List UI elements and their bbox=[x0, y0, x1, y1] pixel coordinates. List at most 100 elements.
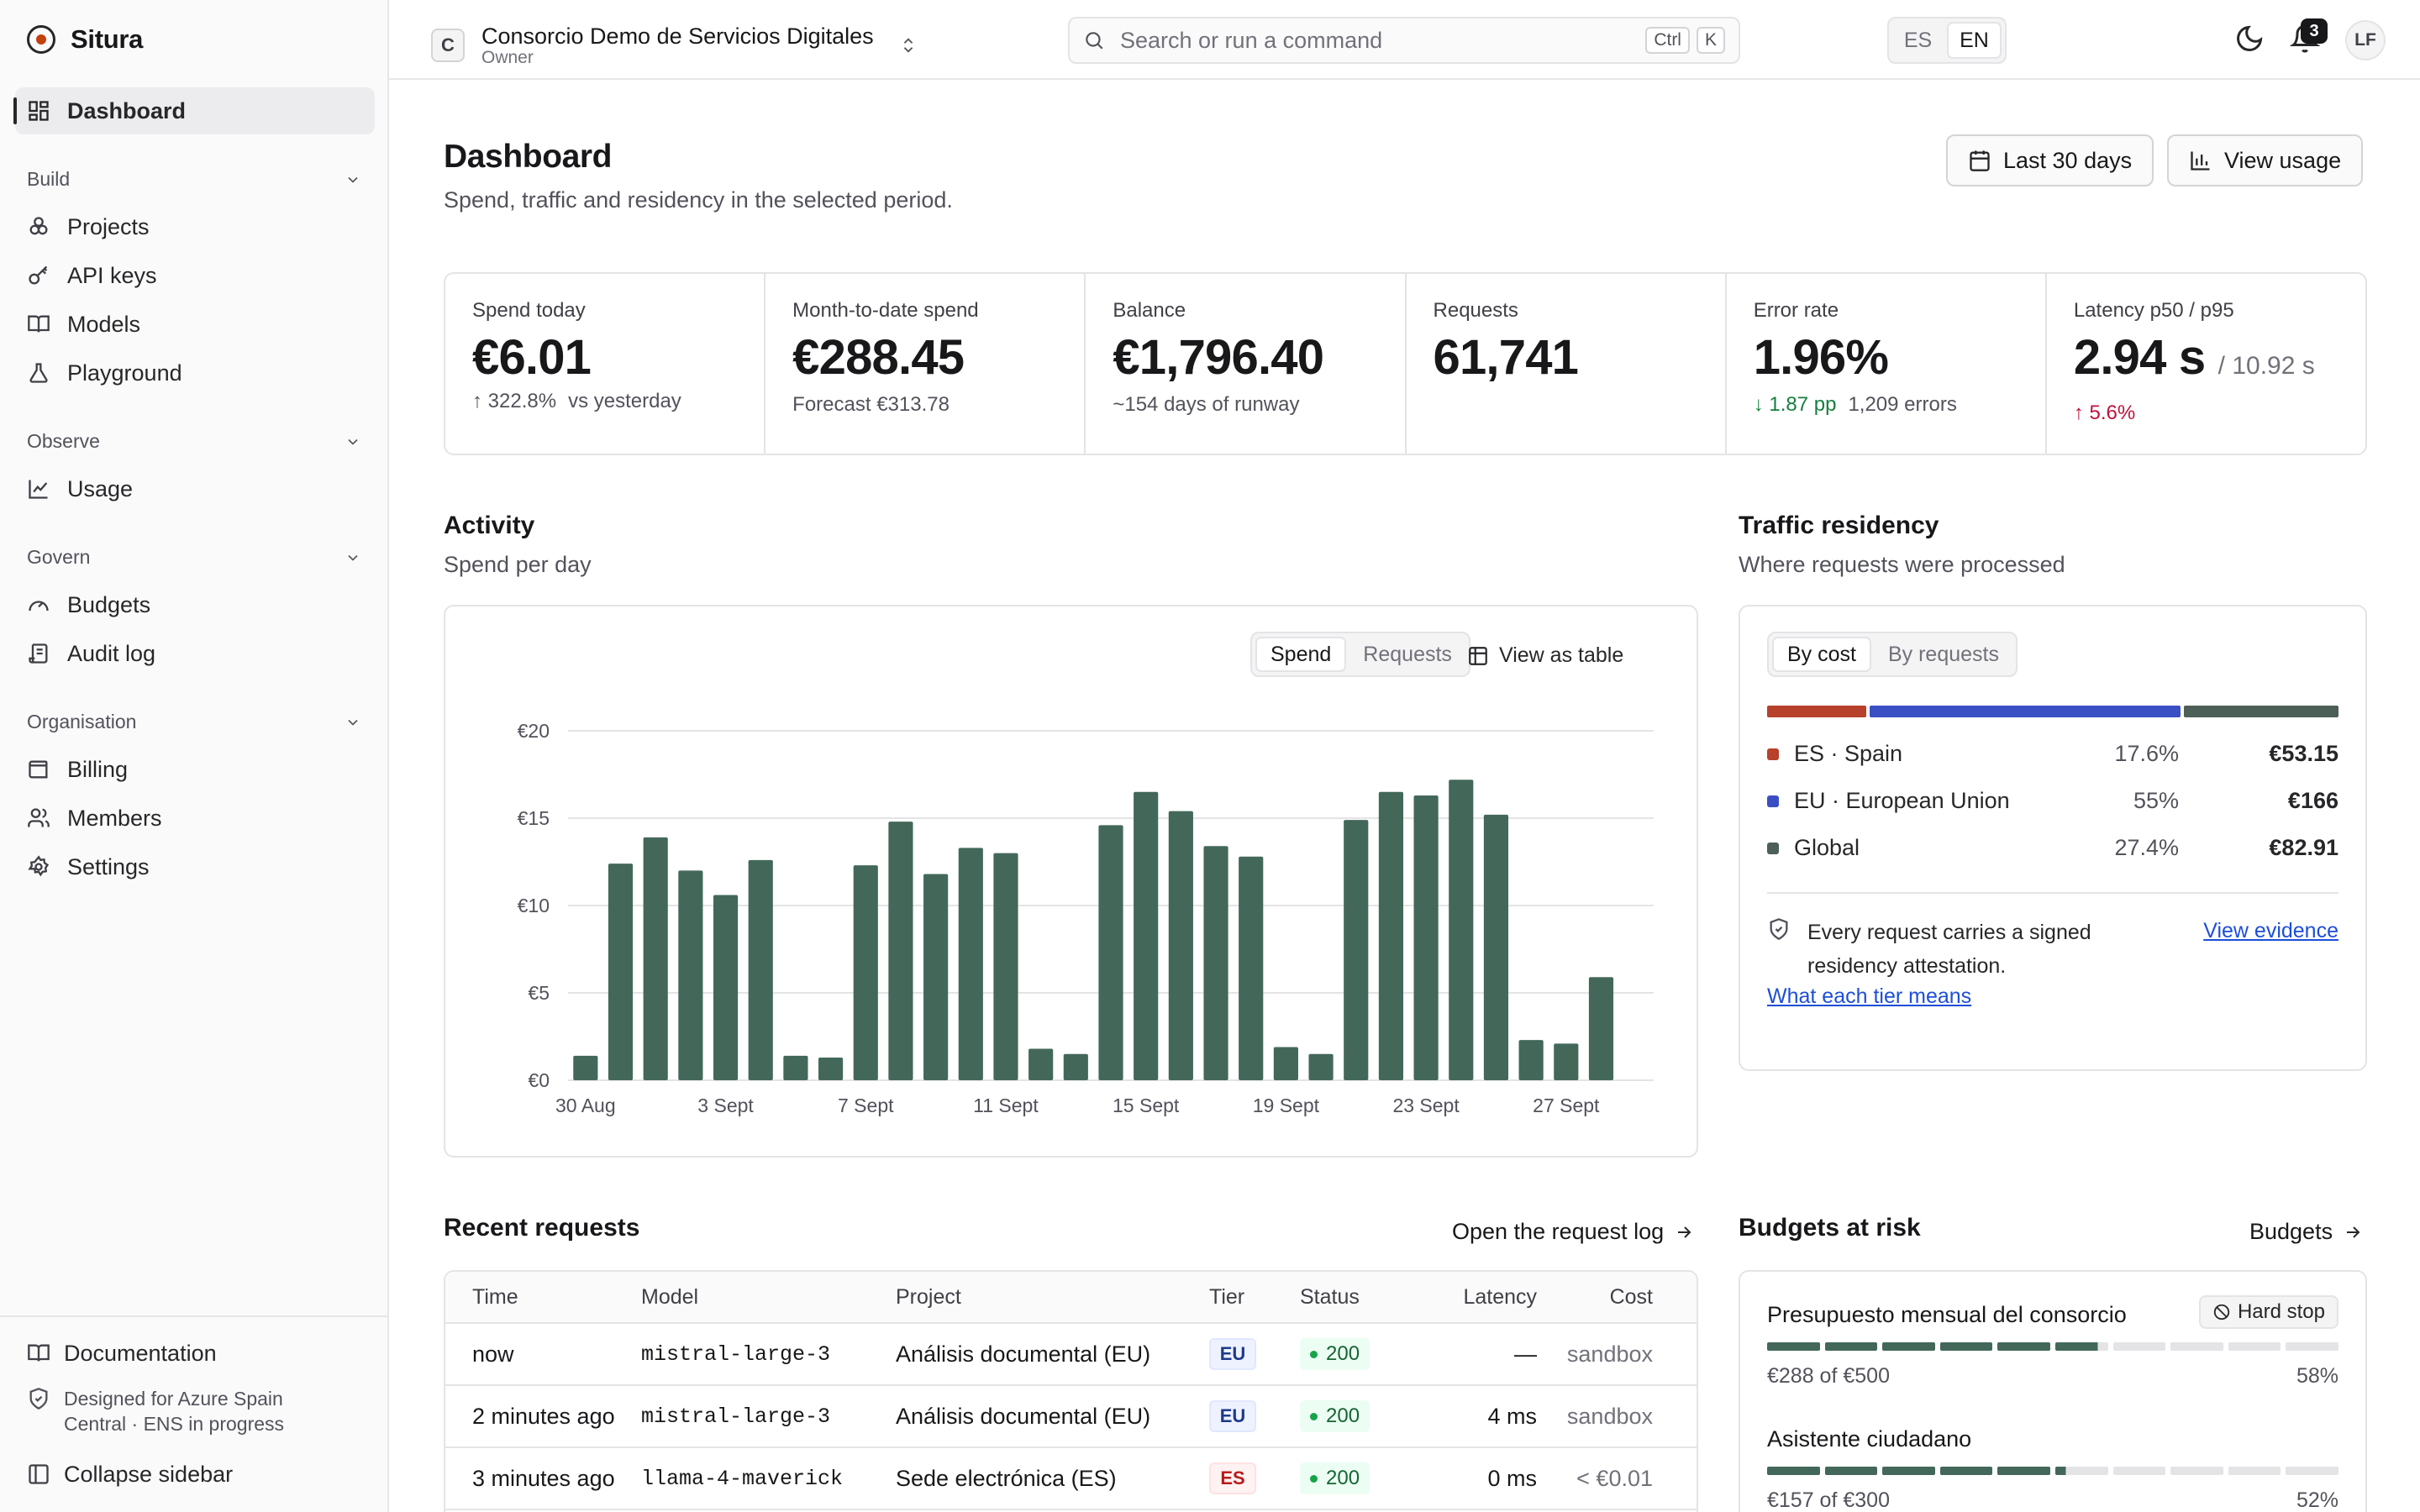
lang-en[interactable]: EN bbox=[1947, 22, 2002, 59]
chart-bar bbox=[958, 848, 983, 1080]
status-badge: 200 bbox=[1300, 1400, 1370, 1433]
residency-pct: 17.6% bbox=[2114, 741, 2179, 766]
cell-latency: — bbox=[1514, 1341, 1537, 1367]
kpi-delta: ↓ 1.87 pp bbox=[1754, 393, 1837, 417]
users-icon bbox=[28, 808, 50, 827]
lang-es[interactable]: ES bbox=[1892, 22, 1944, 59]
budget-name: Presupuesto mensual del consorcio bbox=[1767, 1302, 2127, 1327]
chart-bar bbox=[1098, 825, 1123, 1080]
sidebar-item-budgets[interactable]: Budgets bbox=[15, 581, 375, 628]
cell-model: llama-4-maverick bbox=[641, 1466, 844, 1491]
chart-bar bbox=[643, 837, 668, 1080]
open-request-log-link[interactable]: Open the request log bbox=[1452, 1219, 1694, 1245]
line-chart-icon bbox=[29, 480, 48, 499]
table-row[interactable]: 3 minutes ago llama-4-maverick Sede elec… bbox=[445, 1448, 1697, 1510]
chart-bar bbox=[993, 853, 1018, 1080]
tier-info-link[interactable]: What each tier means bbox=[1767, 984, 1971, 1009]
moon-icon[interactable] bbox=[2234, 24, 2265, 54]
sidebar-item-models[interactable]: Models bbox=[15, 301, 375, 348]
open-request-log-label: Open the request log bbox=[1452, 1219, 1665, 1244]
kpi-value: 1.96% bbox=[1753, 330, 1889, 385]
sidebar-item-usage[interactable]: Usage bbox=[15, 465, 375, 512]
shield-check-icon bbox=[29, 1388, 48, 1410]
x-tick-label: 15 Sept bbox=[1113, 1095, 1180, 1116]
user-avatar[interactable]: LF bbox=[2345, 20, 2386, 60]
command-search[interactable]: Search or run a command Ctrl K bbox=[1068, 17, 1740, 64]
nav-group-build[interactable]: Build bbox=[27, 168, 361, 191]
kpi-delta-row: ↓ 1.87 pp 1,209 errors bbox=[1754, 393, 2045, 417]
legend-swatch-es bbox=[1767, 748, 1779, 760]
nav-group-organisation[interactable]: Organisation bbox=[27, 711, 361, 733]
boxes-icon bbox=[29, 217, 48, 235]
sidebar-item-playground[interactable]: Playground bbox=[15, 349, 375, 396]
sidebar-footer bbox=[0, 1315, 387, 1317]
collapse-sidebar-button[interactable]: Collapse sidebar bbox=[27, 1462, 233, 1488]
legend-swatch-global bbox=[1767, 842, 1779, 854]
x-tick-label: 27 Sept bbox=[1533, 1095, 1600, 1116]
sidebar-item-members[interactable]: Members bbox=[15, 795, 375, 842]
chart-bar bbox=[1239, 856, 1264, 1080]
date-range-label: Last 30 days bbox=[2003, 147, 2133, 173]
cell-project: Sede electrónica (ES) bbox=[896, 1465, 1117, 1491]
documentation-link[interactable]: Documentation bbox=[27, 1341, 217, 1367]
kpi-label: Balance bbox=[1113, 299, 1186, 322]
gauge-icon bbox=[29, 601, 49, 612]
budgets-link[interactable]: Budgets bbox=[2249, 1219, 2363, 1245]
sidebar-item-api-keys[interactable]: API keys bbox=[15, 252, 375, 299]
budget-segment bbox=[2286, 1342, 2338, 1351]
kpi-delta: ↑ 322.8% bbox=[472, 390, 556, 413]
residency-pct: 55% bbox=[2133, 788, 2179, 813]
sidebar-item-projects[interactable]: Projects bbox=[15, 203, 375, 250]
table-row[interactable]: 2 minutes ago mistral-large-3 Análisis d… bbox=[445, 1386, 1697, 1448]
page-subtitle: Spend, traffic and residency in the sele… bbox=[444, 187, 953, 213]
seg-by-requests[interactable]: By requests bbox=[1875, 637, 2012, 672]
kpi-value: €288.45 bbox=[792, 330, 965, 385]
seg-by-cost[interactable]: By cost bbox=[1772, 637, 1871, 672]
collapse-label: Collapse sidebar bbox=[64, 1462, 234, 1487]
table-row[interactable]: now mistral-large-3 Análisis documental … bbox=[445, 1324, 1697, 1386]
nav-group-observe[interactable]: Observe bbox=[27, 430, 361, 453]
budgets-title: Budgets at risk bbox=[1739, 1214, 1921, 1242]
attestation-line-1: Every request carries a signed bbox=[1807, 921, 2091, 944]
kpi-mtd-spend: Month-to-date spend €288.45 Forecast €31… bbox=[765, 274, 1086, 454]
brand-name: Situra bbox=[71, 24, 144, 54]
cell-project: Análisis documental (EU) bbox=[896, 1403, 1151, 1429]
legend-swatch-eu bbox=[1767, 795, 1779, 807]
ban-icon bbox=[2213, 1304, 2230, 1320]
budget-segment bbox=[1767, 1342, 1820, 1351]
kpi-value: 61,741 bbox=[1433, 330, 1579, 385]
x-tick-label: 3 Sept bbox=[697, 1095, 754, 1116]
org-switcher[interactable]: C Consorcio Demo de Servicios Digitales … bbox=[431, 24, 918, 67]
chevrons-up-down-icon bbox=[903, 38, 913, 53]
nav-group-govern[interactable]: Govern bbox=[27, 546, 361, 569]
book-icon bbox=[28, 315, 50, 333]
sidebar-item-billing[interactable]: Billing bbox=[15, 746, 375, 793]
x-tick-label: 7 Sept bbox=[838, 1095, 894, 1116]
sidebar-item-dashboard[interactable]: Dashboard bbox=[13, 87, 375, 134]
budget-meta: €157 of €300 52% bbox=[1767, 1488, 2338, 1512]
view-usage-button[interactable]: View usage bbox=[2167, 134, 2364, 186]
view-evidence-link[interactable]: View evidence bbox=[2203, 919, 2338, 943]
budget-segment bbox=[2228, 1342, 2281, 1351]
budget-name: Asistente ciudadano bbox=[1767, 1426, 1972, 1452]
cell-latency: 0 ms bbox=[1487, 1465, 1537, 1491]
sidebar-item-settings[interactable]: Settings bbox=[15, 843, 375, 890]
brand[interactable]: Situra bbox=[27, 22, 143, 57]
sidebar-item-label: Budgets bbox=[67, 591, 151, 617]
chart-bar bbox=[1378, 791, 1404, 1080]
hard-stop-badge: Hard stop bbox=[2198, 1295, 2338, 1329]
main-content: Dashboard Spend, traffic and residency i… bbox=[389, 81, 2420, 1512]
residency-amount: €82.91 bbox=[2269, 835, 2338, 860]
cell-cost: < €0.01 bbox=[1576, 1465, 1653, 1491]
kpi-label: Error rate bbox=[1753, 299, 1839, 322]
budget-segment bbox=[2112, 1342, 2166, 1351]
activity-subtitle: Spend per day bbox=[444, 552, 592, 577]
brand-logo-icon bbox=[27, 25, 55, 54]
sidebar-item-audit-log[interactable]: Audit log bbox=[15, 630, 375, 677]
date-range-button[interactable]: Last 30 days bbox=[1946, 134, 2154, 186]
chart-bar bbox=[1134, 791, 1159, 1080]
kpi-note: 1,209 errors bbox=[1848, 393, 1957, 416]
budget-segment bbox=[1997, 1342, 2050, 1351]
status-code: 200 bbox=[1326, 1342, 1360, 1366]
sidebar-item-label: Members bbox=[67, 805, 162, 831]
